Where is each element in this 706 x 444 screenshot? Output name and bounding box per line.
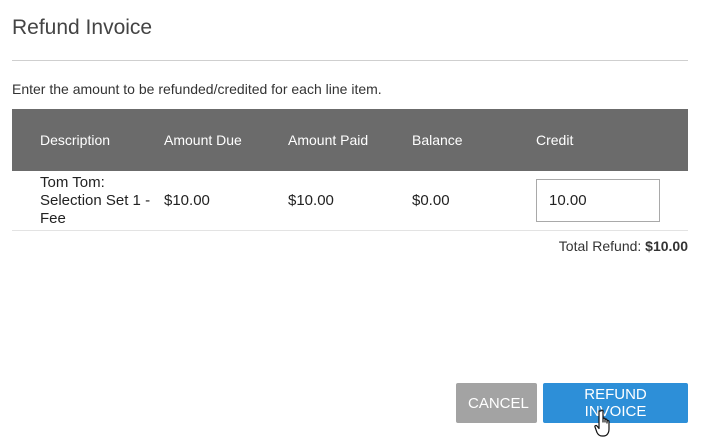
cell-credit: [536, 179, 688, 222]
dialog-title: Refund Invoice: [12, 16, 153, 39]
header-credit: Credit: [536, 132, 574, 148]
table-row: Tom Tom: Selection Set 1 - Fee $10.00 $1…: [12, 171, 688, 231]
cell-description: Tom Tom: Selection Set 1 - Fee: [12, 174, 164, 228]
total-refund-label: Total Refund:: [558, 238, 642, 254]
total-refund-amount: $10.00: [645, 238, 688, 254]
table-header: Description Amount Due Amount Paid Balan…: [12, 109, 688, 171]
header-amount-due: Amount Due: [164, 132, 242, 148]
cancel-button[interactable]: CANCEL: [456, 383, 537, 423]
refund-invoice-button[interactable]: REFUND INVOICE: [543, 383, 688, 423]
header-amount-paid: Amount Paid: [288, 132, 369, 148]
header-description: Description: [40, 132, 111, 148]
total-refund: Total Refund: $10.00: [559, 238, 688, 254]
refund-invoice-dialog: Refund Invoice Enter the amount to be re…: [0, 0, 706, 444]
description-text: Tom Tom: Selection Set 1 - Fee: [40, 173, 151, 227]
title-divider: [12, 60, 688, 61]
header-balance: Balance: [412, 132, 463, 148]
cell-amount-paid: $10.00: [288, 192, 334, 209]
cell-balance: $0.00: [412, 192, 450, 209]
instructions-text: Enter the amount to be refunded/credited…: [12, 81, 382, 97]
credit-input[interactable]: [536, 179, 660, 222]
cell-amount-due: $10.00: [164, 192, 210, 209]
line-items-table: Description Amount Due Amount Paid Balan…: [12, 109, 688, 231]
